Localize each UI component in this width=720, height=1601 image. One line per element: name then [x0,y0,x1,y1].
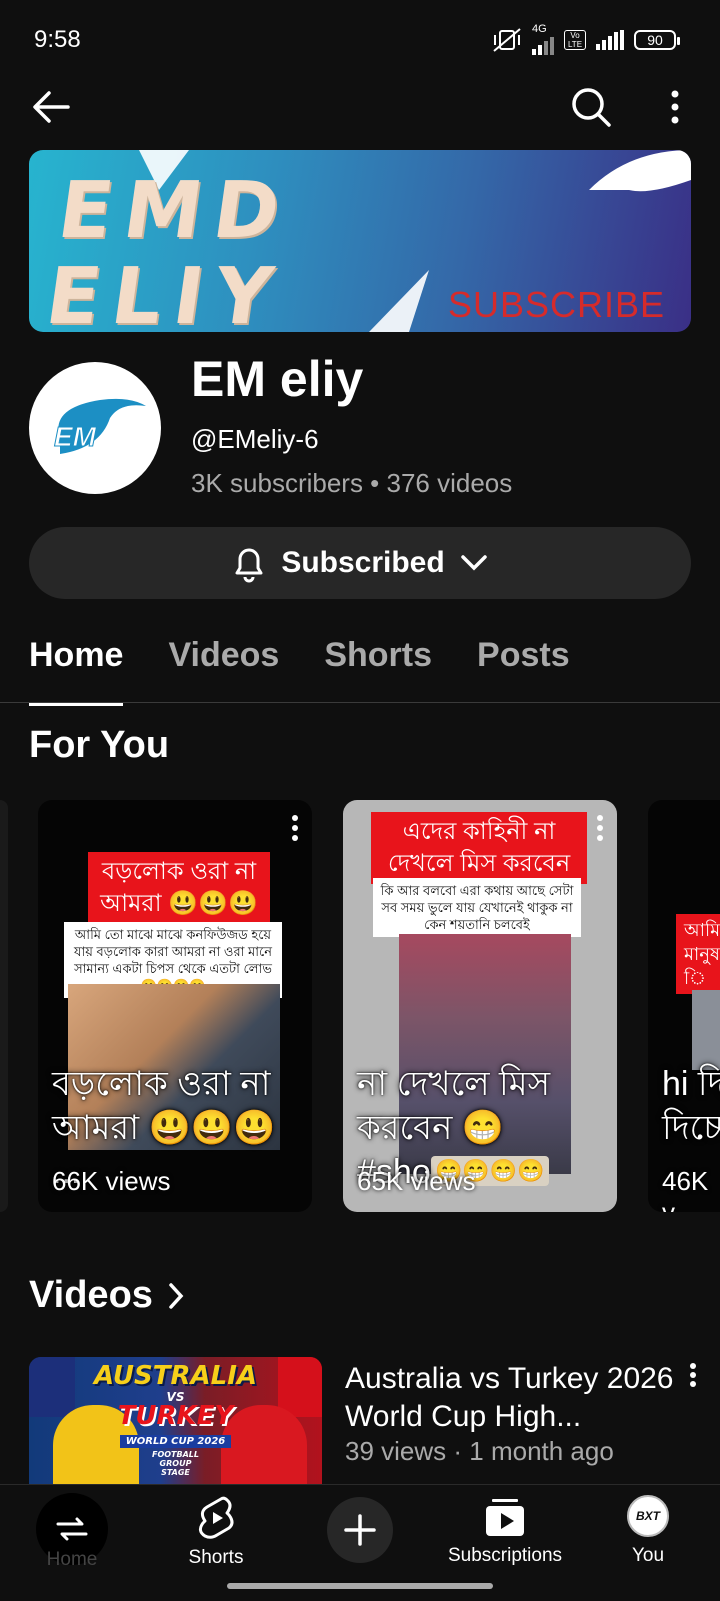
nav-label: You [631,1545,665,1566]
svg-text:EM: EM [54,421,97,452]
bell-icon [235,548,263,583]
card-overlay-red: আমি মানুষ ি [676,914,720,994]
more-vertical-icon[interactable] [688,1362,698,1388]
nav-label: Subscriptions [447,1545,563,1566]
nav-create[interactable] [326,1497,394,1563]
channel-stats: 3K subscribers • 376 videos [191,468,513,498]
tab-videos[interactable]: Videos [168,636,279,702]
nav-you[interactable]: BXT You [612,1495,684,1567]
subscriptions-icon [486,1499,524,1536]
channel-handle: @EMeliy-6 [191,424,319,454]
card-views: 46K v [662,1166,709,1212]
channel-name: EM eliy [191,351,364,407]
mute-vibrate-icon [493,27,521,52]
banner-title: EMD ELIY [40,166,298,332]
shorts-card[interactable]: এদের কাহিনী না দেখলে মিস করবেন কি আর বলব… [343,800,617,1212]
status-time: 9:58 [34,26,81,53]
signal-icon-2 [596,29,624,50]
video-title[interactable]: Australia vs Turkey 2026 World Cup High.… [345,1360,675,1436]
volte-icon: Vo LTE [564,29,586,50]
channel-banner: EMD ELIY SUBSCRIBE [29,150,691,332]
video-meta: 39 views · 1 month ago [345,1436,614,1466]
thumb-text: AUSTRALIA VS TURKEY WORLD CUP 2026 FOOTB… [93,1361,258,1477]
nav-shorts[interactable]: Shorts [176,1495,256,1569]
channel-avatar[interactable]: EM [29,362,161,494]
avatar-icon: BXT [627,1495,669,1537]
back-button[interactable] [28,84,74,130]
nav-label: Home [46,1549,98,1570]
network-type: 4G [532,23,547,35]
create-plus-icon [327,1497,393,1563]
search-button[interactable] [566,82,616,132]
status-bar: 9:58 4G Vo LTE 90 [0,0,720,80]
more-vertical-icon [671,90,679,124]
subscribed-label: Subscribed [281,546,445,579]
more-vertical-icon[interactable] [595,814,605,842]
for-you-title: For You [29,724,170,766]
nav-label: Shorts [188,1547,244,1568]
battery-icon: 90 [634,29,680,50]
card-title: hi দি দিচ্ছে [662,1065,720,1147]
status-icons: 4G Vo LTE 90 [492,23,680,55]
channel-logo-icon: EM [54,398,146,454]
card-overlay-red: এদের কাহিনী না দেখলে মিস করবেন [371,812,587,884]
tab-home[interactable]: Home [29,636,124,706]
card-views: 65K views [357,1166,476,1196]
more-options-button[interactable] [655,84,695,130]
nav-subscriptions[interactable]: Subscriptions [440,1495,570,1567]
shorts-card[interactable]: বড়লোক ওরা না আমরা 😃😃😃 আমি তো মাঝে মাঝে … [38,800,312,1212]
subscribed-button[interactable]: Subscribed [29,527,691,599]
chevron-down-icon [460,555,487,571]
card-views: 66K views [52,1166,171,1196]
tabs-divider [0,702,720,703]
tab-shorts[interactable]: Shorts [324,636,432,702]
chevron-right-icon [169,1282,184,1309]
signal-icon [532,35,554,55]
shorts-icon [198,1496,234,1539]
gesture-home-bar[interactable] [227,1583,493,1589]
tab-posts[interactable]: Posts [477,636,570,702]
arrow-left-icon [33,91,70,123]
card-overlay-red: বড়লোক ওরা না আমরা 😃😃😃 [88,852,270,924]
shorts-card-partial-left[interactable] [0,800,8,1212]
more-vertical-icon[interactable] [290,814,300,842]
home-icon [56,1517,88,1541]
nav-home[interactable]: Home [28,1493,116,1571]
videos-section-header[interactable]: Videos [29,1274,185,1317]
card-thumbnail-image [692,990,720,1070]
card-overlay-white: কি আর বলবো এরা কথায় আছে সেটা সব সময় ভু… [373,878,581,937]
search-icon [572,88,611,127]
shorts-card-partial[interactable]: আমি মানুষ ি hi দি দিচ্ছে 46K v [648,800,720,1212]
videos-section-title: Videos [29,1274,153,1316]
channel-tabs: Home Videos Shorts Posts [29,636,570,706]
banner-subscribe-text: SUBSCRIBE [447,284,665,325]
